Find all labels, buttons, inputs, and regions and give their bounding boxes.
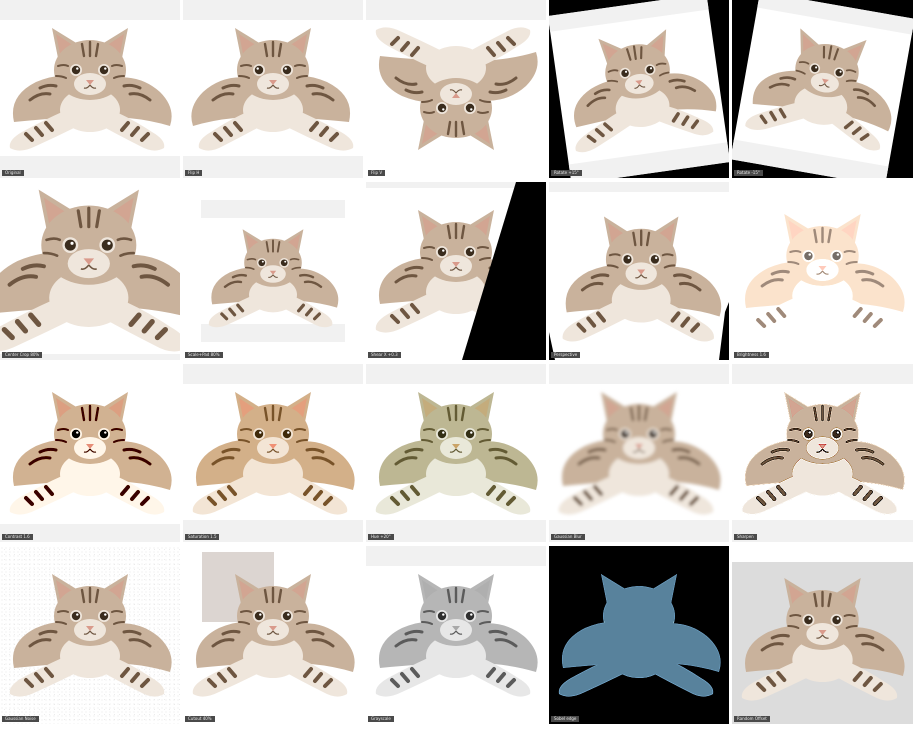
kitten-image [375, 574, 538, 697]
tile-caption: Scale+Pad 80% [185, 352, 223, 358]
kitten-image [732, 546, 913, 701]
tile-caption: Cutout 40% [185, 716, 215, 722]
tile-perspective: Perspective [549, 182, 729, 360]
kitten-image [558, 392, 721, 515]
kitten-image [9, 28, 172, 151]
tile-rotate-neg: Rotate -15° [732, 0, 913, 178]
tile-flip-v: Flip V [366, 0, 546, 178]
augmentation-grid: Original Flip H Flip V Rotate +15° Rotate -1… [0, 0, 913, 730]
tile-brightness: Brightness 1.6 [732, 182, 913, 360]
kitten-image [375, 27, 538, 150]
tile-hue: Hue +20° [366, 364, 546, 542]
tile-caption: Shear X +0.3 [368, 352, 401, 358]
tile-flip-h: Flip H [183, 0, 363, 178]
tile-caption: Gaussian Noise [2, 716, 39, 722]
tile-caption: Sharpen [734, 534, 757, 540]
kitten-image [9, 574, 172, 697]
tile-caption: Rotate +15° [551, 170, 582, 176]
kitten-image [201, 200, 345, 342]
tile-caption: Flip H [185, 170, 203, 176]
kitten-image [9, 392, 172, 515]
tile-caption: Center Crop 80% [2, 352, 43, 358]
tile-rotate-pos: Rotate +15° [549, 0, 729, 178]
tile-blur: Gaussian Blur [549, 364, 729, 542]
tile-shear: Shear X +0.3 [366, 182, 546, 360]
tile-caption: Grayscale [368, 716, 394, 722]
tile-scale-pad: Scale+Pad 80% [183, 182, 363, 360]
tile-center-crop: Center Crop 80% [0, 182, 180, 360]
tile-grayscale: Grayscale [366, 546, 546, 724]
kitten-image [375, 392, 538, 515]
tile-caption: Hue +20° [368, 534, 394, 540]
tile-sharpen: Sharpen [732, 364, 913, 542]
kitten-image [741, 392, 905, 515]
tile-caption: Perspective [551, 352, 581, 358]
tile-cutout: Cutout 40% [183, 546, 363, 724]
tile-caption: Rotate -15° [734, 170, 763, 176]
tile-caption: Random Offset [734, 716, 770, 722]
tile-caption: Contrast 1.6 [2, 534, 33, 540]
tile-caption: Gaussian Blur [551, 534, 585, 540]
kitten-image [549, 216, 729, 360]
tile-original: Original [0, 0, 180, 178]
tile-caption: Brightness 1.6 [734, 352, 769, 358]
tile-caption: Saturation 1.5 [185, 534, 220, 540]
tile-noise: Gaussian Noise [0, 546, 180, 724]
kitten-image [192, 392, 355, 515]
kitten-image [558, 574, 721, 697]
kitten-image [192, 574, 355, 697]
tile-caption: Flip V [368, 170, 386, 176]
tile-saturation: Saturation 1.5 [183, 364, 363, 542]
tile-caption: Sobel edge [551, 716, 580, 722]
tile-contrast: Contrast 1.6 [0, 364, 180, 542]
kitten-image [0, 189, 180, 352]
tile-caption: Original [2, 170, 24, 176]
kitten-image [375, 182, 546, 360]
kitten-image [732, 0, 913, 178]
tile-edges: Sobel edge [549, 546, 729, 724]
kitten-image [549, 0, 729, 178]
kitten-image [191, 28, 354, 151]
kitten-image [741, 214, 905, 337]
tile-gray-bg: Random Offset [732, 546, 913, 724]
